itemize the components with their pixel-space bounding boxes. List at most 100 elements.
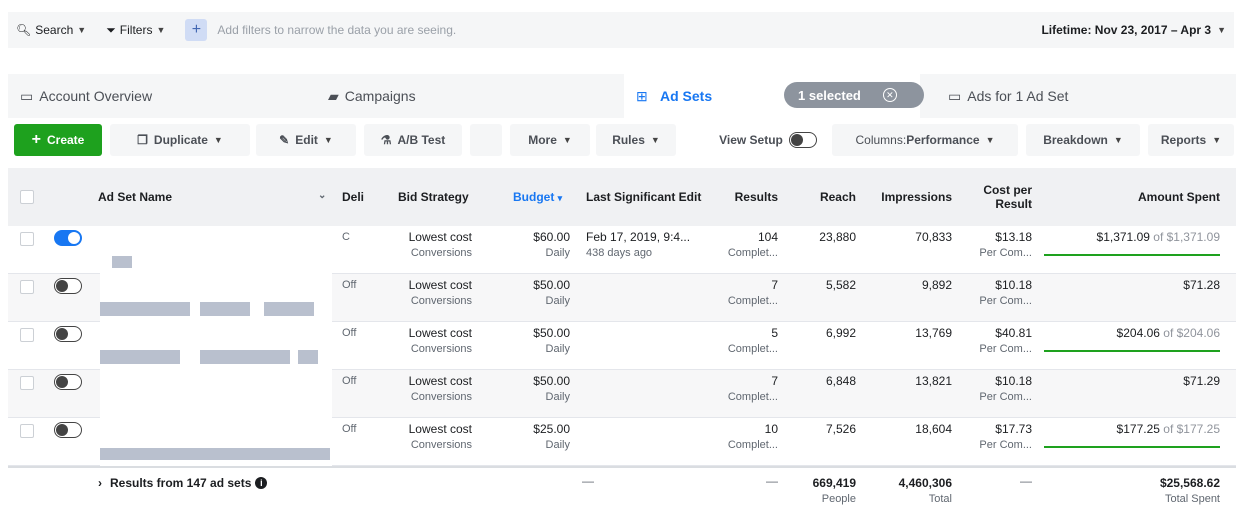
ab-test-label: A/B Test [397,133,446,147]
header-ad-set-name[interactable]: Ad Set Name [98,168,172,226]
table-body: C Lowest cost Conversions $60.00 Daily Feb… [8,226,1236,466]
results-summary-label[interactable]: › Results from 147 ad sets i [98,476,268,490]
redacted-block [264,302,314,316]
edit-button[interactable]: ✎ Edit ▼ [256,124,356,156]
bid-strategy: Lowest cost Conversions [408,230,472,259]
footer-amount-spent: $25,568.62 Total Spent [1159,476,1220,505]
columns-prefix: Columns: [855,133,907,147]
header-budget[interactable]: Budget ▾ [513,168,562,226]
filters-dropdown[interactable]: ⏷ Filters ▼ [106,23,165,38]
tab-campaigns[interactable]: ▰ Campaigns [328,74,416,118]
amount-spent: $177.25 of $177.25 [1044,422,1220,448]
header-impressions[interactable]: Impressions [868,168,952,226]
tab-label: Account Overview [39,88,153,104]
funnel-icon: ⏷ [106,22,116,37]
table-row[interactable]: Off Lowest cost Conversions $50.00 Daily 5… [8,322,1236,370]
caret-down-icon: ▼ [1113,135,1123,145]
columns-dropdown[interactable]: Columns: Performance ▼ [832,124,1018,156]
header-bid-strategy[interactable]: Bid Strategy [398,168,469,226]
status-toggle[interactable] [54,230,82,246]
date-range-picker[interactable]: Lifetime: Nov 23, 2017 – Apr 3 ▼ [1041,23,1226,37]
tab-label: Ads for 1 Ad Set [967,88,1069,104]
header-amount-spent[interactable]: Amount Spent [1048,168,1220,226]
budget[interactable]: $50.00 Daily [508,326,570,355]
row-checkbox[interactable] [20,280,34,294]
table-row[interactable]: Off Lowest cost Conversions $50.00 Daily 7… [8,370,1236,418]
status-toggle[interactable] [54,374,82,390]
caret-down-icon: ▼ [985,135,995,145]
breakdown-dropdown[interactable]: Breakdown ▼ [1026,124,1140,156]
header-results[interactable]: Results [708,168,778,226]
table-row[interactable]: Off Lowest cost Conversions $25.00 Daily 1… [8,418,1236,466]
row-checkbox[interactable] [20,424,34,438]
ad-set-name-redacted[interactable] [100,370,332,418]
view-setup-toggle[interactable]: View Setup [712,124,824,156]
ad-set-name-redacted[interactable] [100,226,332,274]
date-range-label: Lifetime: Nov 23, 2017 – Apr 3 [1041,23,1212,37]
tab-account-overview[interactable]: ▭ Account Overview [20,74,152,118]
row-checkbox[interactable] [20,376,34,390]
redacted-block [200,350,290,364]
ad-set-name-redacted[interactable] [100,322,332,370]
header-cost-per-result[interactable]: Cost per Result [964,168,1032,226]
row-checkbox[interactable] [20,232,34,246]
impressions: 13,821 [915,374,952,388]
table-header: Ad Set Name ⌄ Deli Bid Strategy Budget ▾… [8,168,1236,226]
budget[interactable]: $50.00 Daily [508,374,570,403]
more-button[interactable]: More ▼ [510,124,590,156]
status-toggle[interactable] [54,278,82,294]
caret-down-icon: ▼ [1212,135,1222,145]
toggle-switch[interactable] [788,132,817,148]
rules-label: Rules [612,133,645,147]
duplicate-button[interactable]: ❐ Duplicate ▼ [110,124,250,156]
status-toggle[interactable] [54,326,82,342]
redacted-block [200,302,250,316]
amount-spent: $71.29 [1183,374,1220,388]
table-row[interactable]: C Lowest cost Conversions $60.00 Daily Feb… [8,226,1236,274]
header-reach[interactable]: Reach [788,168,856,226]
ab-test-button[interactable]: ⚗ A/B Test [364,124,462,156]
folder-icon: ▰ [328,87,339,104]
reports-dropdown[interactable]: Reports ▼ [1148,124,1234,156]
reach: 23,880 [819,230,856,244]
ad-set-name-redacted[interactable] [100,274,332,322]
ad-set-name-redacted[interactable] [100,418,332,466]
header-delivery[interactable]: Deli [342,168,364,226]
selected-pill[interactable]: 1 selected ✕ [784,82,924,108]
cost-per-result: $40.81 Per Com... [979,326,1032,355]
table-row[interactable]: Off Lowest cost Conversions $50.00 Daily 7… [8,274,1236,322]
budget[interactable]: $25.00 Daily [508,422,570,451]
add-filter-button[interactable]: + [185,19,208,41]
spend-progress-bar [1044,446,1220,448]
last-significant-edit [586,278,706,281]
filter-hint[interactable]: Add filters to narrow the data you are s… [217,23,456,37]
chevron-right-icon[interactable]: › [98,476,102,490]
last-significant-edit [586,326,706,329]
footer-results: — [766,474,778,488]
impressions: 70,833 [915,230,952,244]
sort-caret-icon[interactable]: ⌄ [318,190,326,201]
budget[interactable]: $60.00 Daily [508,230,570,259]
results: 5 Complet... [727,326,778,355]
edit-label: Edit [295,133,318,147]
row-checkbox[interactable] [20,328,34,342]
caret-down-icon: ▼ [213,135,223,145]
rules-button[interactable]: Rules ▼ [596,124,676,156]
amount-spent: $71.28 [1183,278,1220,292]
status-toggle[interactable] [54,422,82,438]
header-last-edit[interactable]: Last Significant Edit [586,168,706,226]
search-dropdown[interactable]: 🔍︎ Search ▼ [16,23,86,37]
cost-per-result: $10.18 Per Com... [979,374,1032,403]
tab-ads[interactable]: ▭ Ads for 1 Ad Set [948,74,1068,118]
spend-progress-bar [1044,350,1220,352]
create-button[interactable]: + Create [14,124,102,156]
bid-strategy: Lowest cost Conversions [408,326,472,355]
info-icon[interactable]: i [255,477,268,489]
pencil-icon: ✎ [279,133,290,147]
filters-label: Filters [119,23,153,37]
budget[interactable]: $50.00 Daily [508,278,570,307]
select-all-checkbox[interactable] [20,190,34,204]
close-icon[interactable]: ✕ [882,88,897,102]
level-tabs: ▭ Account Overview ▰ Campaigns ⊞ Ad Sets… [8,74,1236,118]
action-toolbar: + Create ❐ Duplicate ▼ ✎ Edit ▼ ⚗ A/B Te… [0,124,1236,158]
